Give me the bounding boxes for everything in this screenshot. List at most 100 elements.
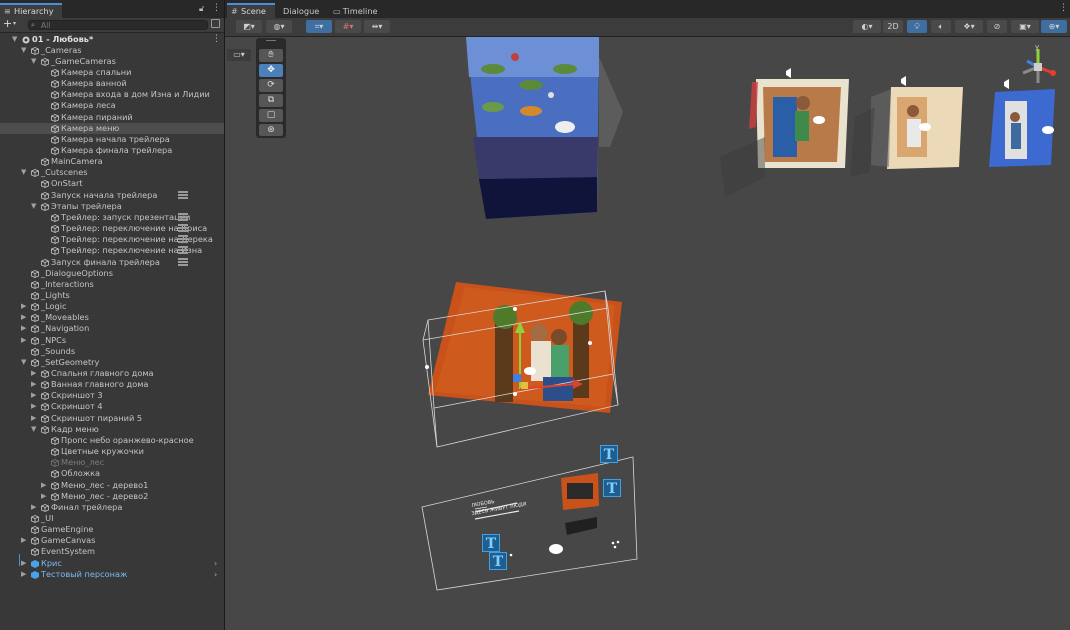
hidden-objects-button[interactable]: ⊘ xyxy=(987,20,1007,33)
hierarchy-row[interactable]: Запуск финала трейлера xyxy=(0,257,224,268)
expand-arrow-icon[interactable]: ▼ xyxy=(21,167,26,178)
hierarchy-row[interactable]: MainCamera xyxy=(0,156,224,167)
prefab-open-chevron-icon[interactable]: › xyxy=(214,569,217,580)
tab-timeline[interactable]: ▭ Timeline xyxy=(333,6,378,16)
expand-arrow-icon[interactable]: ▼ xyxy=(31,424,36,435)
collapse-arrow-icon[interactable]: ▶ xyxy=(31,390,36,401)
collapse-arrow-icon[interactable]: ▶ xyxy=(21,558,26,569)
lock-icon[interactable]: 🔓︎ xyxy=(199,4,204,14)
hierarchy-row[interactable]: ▶ _Logic xyxy=(0,301,224,312)
hierarchy-search-input[interactable]: ⌕ All xyxy=(28,20,208,30)
hierarchy-row[interactable]: Обложка xyxy=(0,468,224,479)
hierarchy-row[interactable]: ▼ _SetGeometry xyxy=(0,357,224,368)
hierarchy-row[interactable]: ▶ Финал трейлера xyxy=(0,502,224,513)
bathroom-screenshot[interactable] xyxy=(871,87,963,169)
hierarchy-row[interactable]: Камера меню xyxy=(0,122,224,134)
hierarchy-row[interactable]: Меню_лес xyxy=(0,457,224,468)
hierarchy-row[interactable]: ▶ Меню_лес - дерево1 xyxy=(0,480,224,491)
hierarchy-row[interactable]: _Sounds xyxy=(0,346,224,357)
entrance-screenshot[interactable] xyxy=(989,89,1055,167)
hierarchy-row[interactable]: ▶ Скриншот пираний 5 xyxy=(0,413,224,424)
camera-settings-button[interactable]: ▣▾ xyxy=(1011,20,1039,33)
hierarchy-row[interactable]: ▶ Тестовый персонаж › xyxy=(0,569,224,580)
hierarchy-row[interactable]: _DialogueOptions xyxy=(0,268,224,279)
collapse-arrow-icon[interactable]: ▶ xyxy=(21,312,26,323)
hierarchy-row[interactable]: ▶ Спальня главного дома xyxy=(0,368,224,379)
collapse-arrow-icon[interactable]: ▶ xyxy=(21,323,26,334)
collapse-arrow-icon[interactable]: ▶ xyxy=(31,401,36,412)
kebab-menu-icon[interactable]: ⋮ xyxy=(212,34,221,45)
hierarchy-row[interactable]: ▶ _Navigation xyxy=(0,323,224,334)
collapse-arrow-icon[interactable]: ▶ xyxy=(21,535,26,546)
toggle-2d-button[interactable]: 2D xyxy=(883,20,903,33)
orientation-gizmo[interactable]: y xyxy=(1013,41,1063,91)
search-filter-icon[interactable] xyxy=(211,19,220,28)
collapse-arrow-icon[interactable]: ▶ xyxy=(41,480,46,491)
text-gizmo-icon[interactable]: T xyxy=(489,552,507,570)
hierarchy-row[interactable]: _Interactions xyxy=(0,279,224,290)
hierarchy-row[interactable]: Трейлер: запуск презентации xyxy=(0,212,224,223)
snap-grid-button[interactable]: ⌗▾ xyxy=(306,20,332,33)
hierarchy-row[interactable]: Трейлер: переключение на Дерека xyxy=(0,234,224,245)
hierarchy-row[interactable]: ▼ _Cameras xyxy=(0,45,224,56)
hierarchy-row[interactable]: Пропс небо оранжево-красное xyxy=(0,435,224,446)
scene-viewport[interactable]: ▭▾ ✋︎ ✥ ⟳ ⧉ ▢ ⊛ ЛЮБОВЬ ЗДЕСЬ ЖИВУТ ЛЮДИ … xyxy=(225,37,1070,630)
hierarchy-row[interactable]: ▼ Кадр меню xyxy=(0,424,224,435)
piranha-screenshot[interactable] xyxy=(466,37,623,219)
hierarchy-row[interactable]: ▶ Скриншот 4 xyxy=(0,401,224,412)
kebab-menu-icon[interactable]: ⋮ xyxy=(212,3,221,13)
hierarchy-row[interactable]: Камера входа в дом Изна и Лидии xyxy=(0,89,224,100)
collapse-arrow-icon[interactable]: ▶ xyxy=(21,569,26,580)
hierarchy-row[interactable]: Запуск начала трейлера xyxy=(0,190,224,201)
hierarchy-row[interactable]: ▼ 01 - Любовь* ⋮ xyxy=(0,34,224,45)
collapse-arrow-icon[interactable]: ▶ xyxy=(41,491,46,502)
increment-snap-button[interactable]: ⇹▾ xyxy=(364,20,390,33)
hierarchy-row[interactable]: Камера пираний xyxy=(0,112,224,123)
global-local-button[interactable]: ◍▾ xyxy=(266,20,292,33)
tab-dialogue[interactable]: Dialogue xyxy=(283,6,319,16)
grid-visibility-button[interactable]: #▾ xyxy=(335,20,361,33)
tab-scene[interactable]: # Scene xyxy=(227,3,275,18)
hierarchy-row[interactable]: ▶ _Moveables xyxy=(0,312,224,323)
hierarchy-row[interactable]: ▶ Меню_лес - дерево2 xyxy=(0,491,224,502)
hierarchy-row[interactable]: ▶ GameCanvas xyxy=(0,535,224,546)
hierarchy-row[interactable]: GameEngine xyxy=(0,524,224,535)
expand-arrow-icon[interactable]: ▼ xyxy=(21,357,26,368)
expand-arrow-icon[interactable]: ▼ xyxy=(31,201,36,212)
add-object-button[interactable]: + xyxy=(3,18,12,30)
ui-canvas-plane[interactable] xyxy=(421,456,638,591)
collapse-arrow-icon[interactable]: ▶ xyxy=(31,413,36,424)
hierarchy-row[interactable]: Трейлер: переключение на Криса xyxy=(0,223,224,234)
hierarchy-row[interactable]: ▼ Этапы трейлера xyxy=(0,201,224,212)
tab-hierarchy[interactable]: ≡ Hierarchy xyxy=(0,3,62,18)
shading-mode-button[interactable]: ◐▾ xyxy=(853,20,881,33)
expand-arrow-icon[interactable]: ▼ xyxy=(31,56,36,67)
collapse-arrow-icon[interactable]: ▶ xyxy=(31,368,36,379)
hierarchy-row[interactable]: ▶ Крис › xyxy=(0,558,224,569)
hierarchy-row[interactable]: _UI xyxy=(0,513,224,524)
hierarchy-row[interactable]: EventSystem xyxy=(0,546,224,557)
expand-arrow-icon[interactable]: ▼ xyxy=(21,45,26,56)
hierarchy-row[interactable]: _Lights xyxy=(0,290,224,301)
hierarchy-row[interactable]: Камера начала трейлера xyxy=(0,134,224,145)
chevron-down-icon[interactable]: ▾ xyxy=(13,20,16,27)
collapse-arrow-icon[interactable]: ▶ xyxy=(31,502,36,513)
text-gizmo-icon[interactable]: T xyxy=(603,479,621,497)
prefab-open-chevron-icon[interactable]: › xyxy=(214,558,217,569)
effects-button[interactable]: ❖▾ xyxy=(955,20,983,33)
collapse-arrow-icon[interactable]: ▶ xyxy=(31,379,36,390)
text-gizmo-icon[interactable]: T xyxy=(482,534,500,552)
hierarchy-row[interactable]: Цветные кружочки xyxy=(0,446,224,457)
hierarchy-row[interactable]: Камера спальни xyxy=(0,67,224,78)
hierarchy-row[interactable]: OnStart xyxy=(0,178,224,189)
lighting-toggle-button[interactable]: 💡︎ xyxy=(907,20,927,33)
hierarchy-row[interactable]: ▶ Ванная главного дома xyxy=(0,379,224,390)
gizmos-button[interactable]: ⊕▾ xyxy=(1041,20,1067,33)
hierarchy-row[interactable]: ▶ _NPCs xyxy=(0,335,224,346)
collapse-arrow-icon[interactable]: ▶ xyxy=(21,301,26,312)
collapse-arrow-icon[interactable]: ▶ xyxy=(21,335,26,346)
kebab-menu-icon[interactable]: ⋮ xyxy=(1059,3,1068,13)
hierarchy-row[interactable]: Камера финала трейлера xyxy=(0,145,224,156)
hierarchy-row[interactable]: Трейлер: переключение на Изна xyxy=(0,245,224,256)
hierarchy-row[interactable]: Камера леса xyxy=(0,100,224,111)
